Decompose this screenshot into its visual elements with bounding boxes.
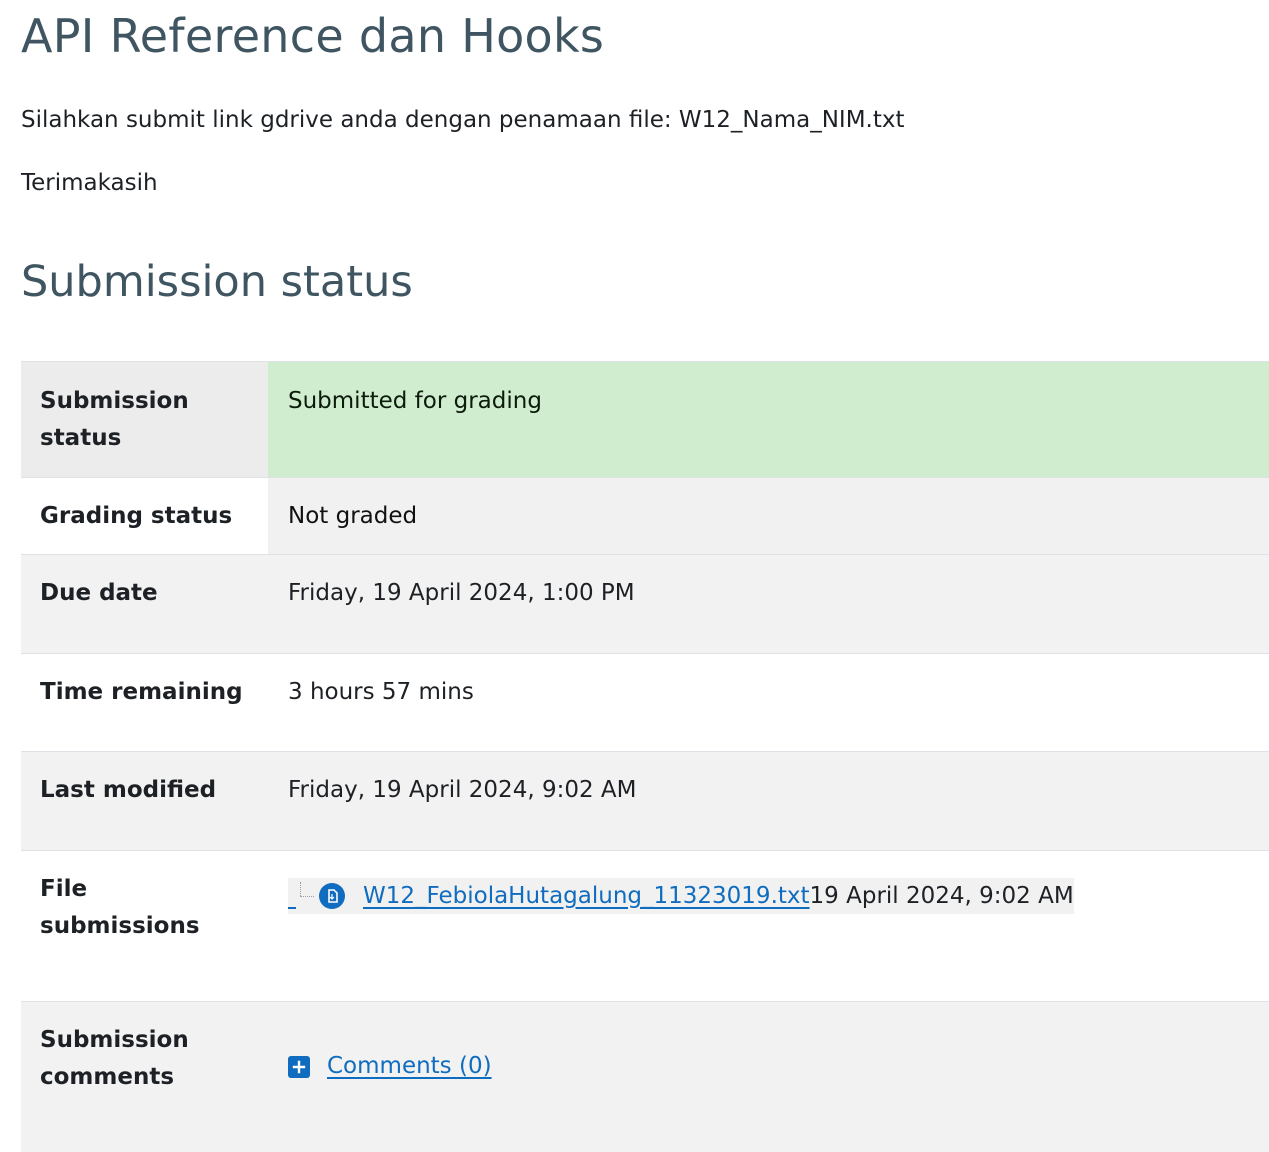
plus-square-icon[interactable] xyxy=(288,1056,310,1078)
submitted-file-date: 19 April 2024, 9:02 AM xyxy=(810,878,1074,915)
submitted-file-link[interactable]: W12_FebiolaHutagalung_11323019.txt xyxy=(363,878,810,915)
row-label: Time remaining xyxy=(21,654,268,752)
row-label: Submission comments xyxy=(21,1002,268,1152)
due-date-value: Friday, 19 April 2024, 1:00 PM xyxy=(268,555,1269,654)
submission-status-heading: Submission status xyxy=(21,257,1269,307)
row-submission-comments: Submission comments Comments (0) xyxy=(21,1002,1269,1152)
comments-toggle[interactable]: Comments (0) xyxy=(288,1048,492,1085)
row-grading-status: Grading status Not graded xyxy=(21,478,1269,555)
time-remaining-value: 3 hours 57 mins xyxy=(268,654,1269,752)
page-title: API Reference dan Hooks xyxy=(21,0,1269,62)
row-label: Grading status xyxy=(21,478,268,555)
file-tree-item: W12_FebiolaHutagalung_11323019.txt 19 Ap… xyxy=(288,878,1074,914)
row-due-date: Due date Friday, 19 April 2024, 1:00 PM xyxy=(21,555,1269,654)
row-label: File submissions xyxy=(21,851,268,1002)
row-label: Submission status xyxy=(21,362,268,478)
comments-link[interactable]: Comments (0) xyxy=(327,1048,492,1085)
row-submission-status: Submission status Submitted for grading xyxy=(21,362,1269,478)
file-submissions-value: W12_FebiolaHutagalung_11323019.txt 19 Ap… xyxy=(268,851,1269,1002)
grading-status-value: Not graded xyxy=(268,478,1269,555)
document-icon xyxy=(319,883,345,909)
last-modified-value: Friday, 19 April 2024, 9:02 AM xyxy=(268,752,1269,851)
row-time-remaining: Time remaining 3 hours 57 mins xyxy=(21,654,1269,752)
row-label: Last modified xyxy=(21,752,268,851)
submission-comments-value: Comments (0) xyxy=(268,1002,1269,1152)
submission-status-table: Submission status Submitted for grading … xyxy=(21,361,1269,1152)
assignment-page: API Reference dan Hooks Silahkan submit … xyxy=(21,0,1269,307)
submission-status-value: Submitted for grading xyxy=(268,362,1269,478)
tree-connector xyxy=(288,878,316,914)
row-label: Due date xyxy=(21,555,268,654)
row-file-submissions: File submissions W12_FebiolaHutagalun xyxy=(21,851,1269,1002)
row-last-modified: Last modified Friday, 19 April 2024, 9:0… xyxy=(21,752,1269,851)
assignment-thanks: Terimakasih xyxy=(21,169,1269,197)
assignment-intro: Silahkan submit link gdrive anda dengan … xyxy=(21,106,1269,134)
